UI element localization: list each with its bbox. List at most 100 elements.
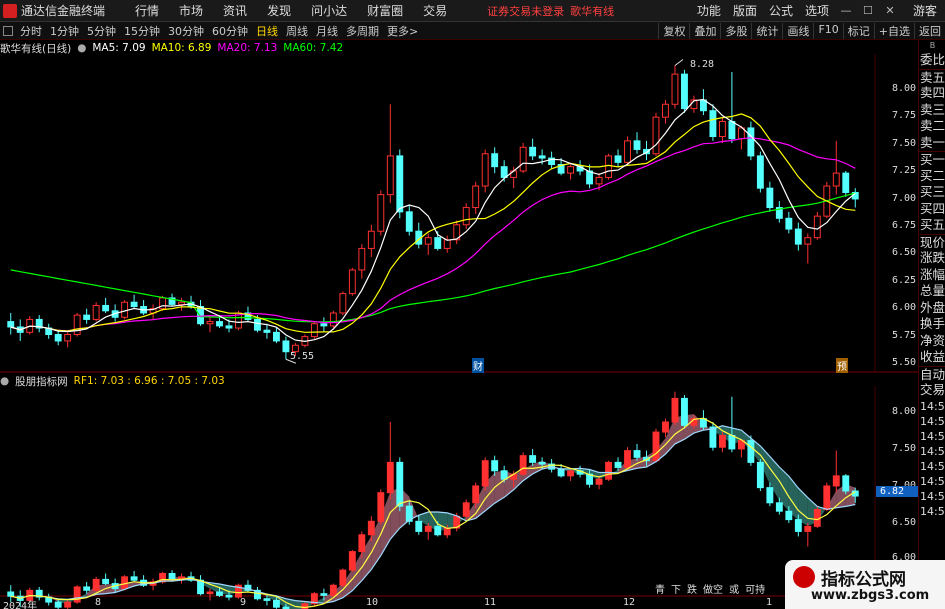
candle-body bbox=[671, 73, 679, 105]
btn-fuquan[interactable]: 复权 bbox=[658, 22, 689, 39]
sub-candle-body bbox=[225, 594, 233, 598]
sub-axis-tick: 6.50 bbox=[892, 517, 917, 528]
candle-body bbox=[272, 331, 280, 342]
candle-body bbox=[102, 304, 110, 312]
btn-f10[interactable]: F10 bbox=[813, 22, 842, 39]
menu-jiaoyi[interactable]: 交易 bbox=[413, 2, 457, 19]
period-more[interactable]: 更多> bbox=[383, 23, 422, 39]
sub-candle-body bbox=[529, 455, 537, 463]
sub-candle-body bbox=[728, 434, 736, 450]
menu-gongshi[interactable]: 公式 bbox=[763, 2, 799, 19]
date-tick: 12 bbox=[623, 597, 636, 608]
sidebar-volume[interactable]: 总量 bbox=[919, 283, 945, 300]
menu-wenxiaoda[interactable]: 问小达 bbox=[301, 2, 357, 19]
sub-candle-body bbox=[681, 397, 688, 426]
btn-duogu[interactable]: 多股 bbox=[720, 22, 751, 39]
candle-body bbox=[443, 239, 451, 249]
btn-biaoji[interactable]: 标记 bbox=[842, 22, 874, 39]
period-60min[interactable]: 60分钟 bbox=[208, 23, 252, 39]
main-axis-tick: 7.50 bbox=[892, 138, 917, 149]
sidebar-turnover[interactable]: 换手 bbox=[919, 316, 945, 333]
sidebar-buy5[interactable]: 买五 bbox=[919, 217, 945, 234]
date-tick: 1 bbox=[766, 597, 773, 608]
sidebar-trade[interactable]: 交易 bbox=[919, 382, 945, 399]
sidebar-change-pct[interactable]: 涨幅 bbox=[919, 267, 945, 284]
main-axis-tick: 6.00 bbox=[892, 302, 917, 313]
sub-candle-body bbox=[775, 502, 783, 512]
btn-huaxian[interactable]: 画线 bbox=[782, 22, 813, 39]
sub-candle-body bbox=[842, 475, 850, 492]
period-multi[interactable]: 多周期 bbox=[342, 23, 383, 39]
sidebar-sell5[interactable]: 卖五 bbox=[919, 68, 945, 86]
main-axis-tick: 6.25 bbox=[892, 275, 917, 286]
cai-marker[interactable]: 财 bbox=[472, 358, 484, 373]
sidebar-sell4[interactable]: 卖四 bbox=[919, 85, 945, 102]
main-axis-tick: 5.50 bbox=[892, 357, 917, 368]
sub-candle-body bbox=[92, 578, 100, 591]
candle-body bbox=[83, 314, 91, 320]
btn-diejia[interactable]: 叠加 bbox=[689, 22, 720, 39]
high-marker-arrow bbox=[674, 59, 684, 66]
menu-faxian[interactable]: 发现 bbox=[257, 2, 301, 19]
period-monthly[interactable]: 月线 bbox=[312, 23, 342, 39]
btn-fanhui[interactable]: 返回 bbox=[914, 22, 945, 39]
period-15min[interactable]: 15分钟 bbox=[120, 23, 164, 39]
btn-tongji[interactable]: 统计 bbox=[751, 22, 782, 39]
sidebar-netasset[interactable]: 净资 bbox=[919, 333, 945, 350]
candle-body bbox=[472, 185, 480, 209]
candle-body bbox=[64, 333, 72, 342]
menu-banmian[interactable]: 版面 bbox=[727, 2, 763, 19]
sub-candle-body bbox=[329, 584, 337, 596]
yu-marker[interactable]: 预 bbox=[836, 358, 848, 373]
period-fenshi[interactable]: 分时 bbox=[16, 23, 46, 39]
main-axis-tick: 8.00 bbox=[892, 83, 917, 94]
sidebar-sell1[interactable]: 卖一 bbox=[919, 135, 945, 152]
sidebar-change[interactable]: 涨跌 bbox=[919, 250, 945, 267]
sub-candle-body bbox=[662, 421, 669, 433]
period-daily[interactable]: 日线 bbox=[252, 23, 282, 39]
close-icon[interactable]: ✕ bbox=[882, 3, 898, 19]
top-menu-bar: 通达信金融终端 行情 市场 资讯 发现 问小达 财富圈 交易 证券交易未登录 歌… bbox=[0, 0, 945, 22]
menu-shichang[interactable]: 市场 bbox=[169, 2, 213, 19]
candle-body bbox=[681, 73, 688, 110]
sidebar-buy2[interactable]: 买二 bbox=[919, 168, 945, 185]
sub-candle-body bbox=[481, 460, 489, 487]
period-30min[interactable]: 30分钟 bbox=[164, 23, 208, 39]
sidebar-buy4[interactable]: 买四 bbox=[919, 201, 945, 218]
main-axis-tick: 6.75 bbox=[892, 220, 917, 231]
toolbar-toggle-icon[interactable] bbox=[3, 25, 13, 36]
menu-gongneng[interactable]: 功能 bbox=[691, 2, 727, 19]
sidebar-outer[interactable]: 外盘 bbox=[919, 300, 945, 317]
sidebar-sell2[interactable]: 卖二 bbox=[919, 118, 945, 135]
sidebar-buy1[interactable]: 买一 bbox=[919, 151, 945, 168]
sidebar-sell3[interactable]: 卖三 bbox=[919, 102, 945, 119]
period-weekly[interactable]: 周线 bbox=[282, 23, 312, 39]
period-1min[interactable]: 1分钟 bbox=[46, 23, 83, 39]
period-5min[interactable]: 5分钟 bbox=[83, 23, 120, 39]
main-axis-tick: 7.25 bbox=[892, 165, 917, 176]
btn-zixuan[interactable]: +自选 bbox=[873, 22, 914, 39]
sidebar-price[interactable]: 现价 bbox=[919, 233, 945, 251]
sub-candle-body bbox=[415, 520, 423, 532]
sidebar-earnings[interactable]: 收益 bbox=[919, 349, 945, 366]
candle-body bbox=[794, 228, 802, 245]
sub-candle-body bbox=[301, 603, 309, 609]
sub-candle-body bbox=[263, 598, 271, 601]
candle-body bbox=[358, 247, 366, 271]
sub-candle-body bbox=[557, 468, 565, 477]
menu-caifuquan[interactable]: 财富圈 bbox=[357, 2, 413, 19]
maximize-icon[interactable]: ☐ bbox=[860, 3, 876, 19]
menu-hangqing[interactable]: 行情 bbox=[125, 2, 169, 19]
main-axis-tick: 6.50 bbox=[892, 247, 917, 258]
candle-body bbox=[216, 321, 223, 327]
sidebar-buy3[interactable]: 买三 bbox=[919, 184, 945, 201]
date-tick: 8 bbox=[95, 597, 102, 608]
guest-label[interactable]: 游客 bbox=[913, 2, 937, 19]
kline-chart[interactable] bbox=[0, 40, 918, 609]
menu-zixun[interactable]: 资讯 bbox=[213, 2, 257, 19]
sidebar-weibi[interactable]: 委比 bbox=[919, 52, 945, 69]
menu-xuanxiang[interactable]: 选项 bbox=[799, 2, 835, 19]
login-status[interactable]: 证券交易未登录 bbox=[487, 3, 564, 19]
sidebar-auto[interactable]: 自动 bbox=[919, 365, 945, 383]
minimize-icon[interactable]: — bbox=[838, 3, 854, 19]
